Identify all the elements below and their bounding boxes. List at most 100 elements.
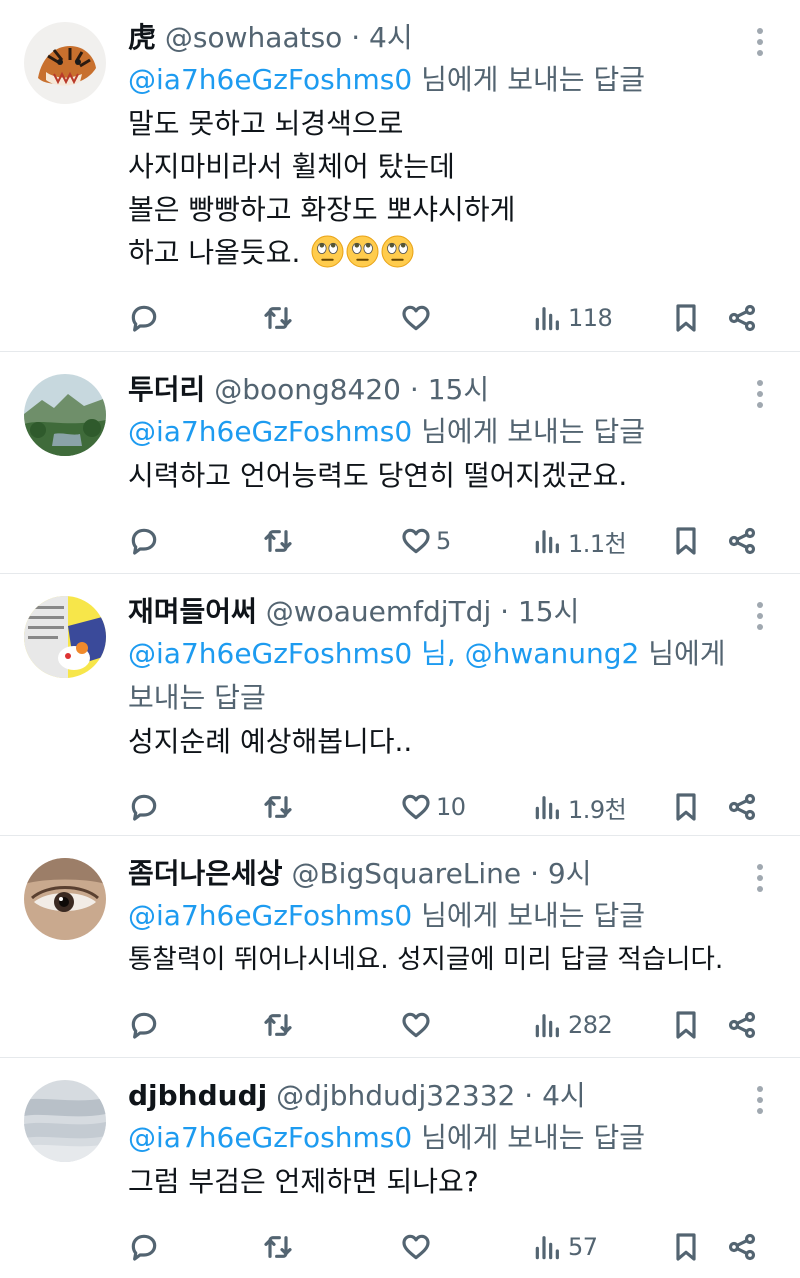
- mention-link[interactable]: @ia7h6eGzFoshms0: [128, 899, 412, 932]
- more-button[interactable]: [750, 600, 770, 632]
- user-handle[interactable]: @BigSquareLine: [291, 857, 521, 890]
- tweet-text: 말도 못하고 뇌경색으로 사지마비라서 휠체어 탔는데 볼은 빵빵하고 화장도 …: [128, 102, 800, 274]
- like-button[interactable]: 5: [400, 521, 451, 561]
- bookmark-button[interactable]: [670, 1227, 702, 1267]
- replying-to: @ia7h6eGzFoshms0 님에게 보내는 답글: [128, 410, 800, 454]
- reply-button[interactable]: [128, 1227, 164, 1267]
- more-button[interactable]: [750, 26, 770, 58]
- tweet-header: 虎 @sowhaatso · 4시: [128, 18, 800, 58]
- retweet-icon: [264, 1236, 292, 1258]
- timestamp[interactable]: 9시: [548, 857, 592, 890]
- mention-link[interactable]: @ia7h6eGzFoshms0: [128, 63, 412, 96]
- mention-link[interactable]: @ia7h6eGzFoshms0: [128, 415, 412, 448]
- eye-roll-emoji: [346, 235, 379, 268]
- heart-icon: [402, 794, 430, 820]
- tweet[interactable]: djbhdudj @djbhdudj32332 · 4시 @ia7h6eGzFo…: [0, 1058, 800, 1278]
- share-button[interactable]: [726, 1005, 758, 1045]
- tweet[interactable]: 좀더나은세상 @BigSquareLine · 9시 @ia7h6eGzFosh…: [0, 836, 800, 1058]
- like-count: 5: [436, 527, 451, 555]
- user-handle[interactable]: @sowhaatso: [165, 21, 342, 54]
- views-count: 1.9천: [568, 795, 627, 824]
- user-handle[interactable]: @boong8420: [214, 373, 401, 406]
- tweet-text-line: 볼은 빵빵하고 화장도 뽀샤시하게: [128, 193, 516, 226]
- replying-to-suffix: 님에게 보내는 답글: [421, 415, 645, 448]
- bookmark-button[interactable]: [670, 521, 702, 561]
- more-vertical-icon: [757, 864, 763, 870]
- display-name[interactable]: 虎: [128, 21, 156, 54]
- replying-to-suffix: 님에게 보내는 답글: [421, 63, 645, 96]
- views-count: 282: [568, 1011, 613, 1039]
- tweet-text-line: 시력하고 언어능력도 당연히 떨어지겠군요.: [128, 459, 628, 492]
- bookmark-button[interactable]: [670, 787, 702, 827]
- avatar[interactable]: [24, 22, 106, 104]
- share-button[interactable]: [726, 298, 758, 338]
- tweet[interactable]: 재며들어써 @woauemfdjTdj · 15시 @ia7h6eGzFoshm…: [0, 574, 800, 836]
- more-button[interactable]: [750, 862, 770, 894]
- views-button[interactable]: 1.1천: [532, 521, 627, 561]
- user-handle[interactable]: @woauemfdjTdj: [266, 595, 492, 628]
- avatar[interactable]: [24, 374, 106, 456]
- views-button[interactable]: 118: [532, 298, 613, 338]
- display-name[interactable]: 재며들어써: [128, 595, 257, 628]
- avatar[interactable]: [24, 596, 106, 678]
- bookmark-icon: [676, 793, 696, 821]
- more-button[interactable]: [750, 378, 770, 410]
- display-name[interactable]: 투더리: [128, 373, 205, 406]
- mention-link[interactable]: @ia7h6eGzFoshms0 님,: [128, 637, 456, 670]
- retweet-button[interactable]: [262, 1227, 298, 1267]
- tweet[interactable]: 虎 @sowhaatso · 4시 @ia7h6eGzFoshms0 님에게 보…: [0, 0, 800, 352]
- like-button[interactable]: 10: [400, 787, 466, 827]
- retweet-button[interactable]: [262, 1005, 298, 1045]
- reply-button[interactable]: [128, 298, 164, 338]
- avatar[interactable]: [24, 1080, 106, 1162]
- more-vertical-icon: [757, 1086, 763, 1092]
- more-button[interactable]: [750, 1084, 770, 1116]
- replying-to: @ia7h6eGzFoshms0 님에게 보내는 답글: [128, 58, 800, 102]
- share-button[interactable]: [726, 1227, 758, 1267]
- reply-button[interactable]: [128, 787, 164, 827]
- retweet-button[interactable]: [262, 521, 298, 561]
- tweet-text: 시력하고 언어능력도 당연히 떨어지겠군요.: [128, 454, 800, 497]
- retweet-button[interactable]: [262, 787, 298, 827]
- display-name[interactable]: djbhdudj: [128, 1079, 267, 1112]
- reply-button[interactable]: [128, 521, 164, 561]
- mention-link[interactable]: @hwanung2: [465, 637, 640, 670]
- user-handle[interactable]: @djbhdudj32332: [276, 1079, 515, 1112]
- display-name[interactable]: 좀더나은세상: [128, 857, 283, 890]
- bookmark-icon: [676, 1233, 696, 1261]
- timestamp[interactable]: 15시: [518, 595, 579, 628]
- views-button[interactable]: 57: [532, 1227, 598, 1267]
- views-button[interactable]: 1.9천: [532, 787, 627, 827]
- separator-dot: ·: [530, 857, 539, 890]
- share-icon: [728, 1233, 756, 1261]
- like-button[interactable]: [400, 298, 436, 338]
- reply-feed: 虎 @sowhaatso · 4시 @ia7h6eGzFoshms0 님에게 보…: [0, 0, 800, 1278]
- tweet[interactable]: 투더리 @boong8420 · 15시 @ia7h6eGzFoshms0 님에…: [0, 352, 800, 574]
- views-icon: [535, 1014, 559, 1038]
- retweet-button[interactable]: [262, 298, 298, 338]
- reply-button[interactable]: [128, 1005, 164, 1045]
- share-icon: [728, 793, 756, 821]
- like-count: 10: [436, 793, 466, 821]
- reply-icon: [131, 305, 157, 332]
- avatar-snow-image: [24, 1080, 106, 1162]
- share-icon: [728, 1011, 756, 1039]
- share-button[interactable]: [726, 521, 758, 561]
- timestamp[interactable]: 4시: [542, 1079, 586, 1112]
- separator-dot: ·: [500, 595, 510, 628]
- reply-icon: [131, 1234, 157, 1261]
- mention-link[interactable]: @ia7h6eGzFoshms0: [128, 1121, 412, 1154]
- tweet-text-line: 성지순례 예상해봅니다..: [128, 725, 413, 758]
- separator-dot: ·: [409, 373, 419, 406]
- bookmark-button[interactable]: [670, 1005, 702, 1045]
- timestamp[interactable]: 4시: [369, 21, 413, 54]
- timestamp[interactable]: 15시: [428, 373, 489, 406]
- views-button[interactable]: 282: [532, 1005, 613, 1045]
- bookmark-button[interactable]: [670, 298, 702, 338]
- avatar[interactable]: [24, 858, 106, 940]
- like-button[interactable]: [400, 1005, 436, 1045]
- like-button[interactable]: [400, 1227, 436, 1267]
- avatar-tiger-image: [24, 22, 106, 104]
- share-button[interactable]: [726, 787, 758, 827]
- avatar-eye-image: [24, 858, 106, 940]
